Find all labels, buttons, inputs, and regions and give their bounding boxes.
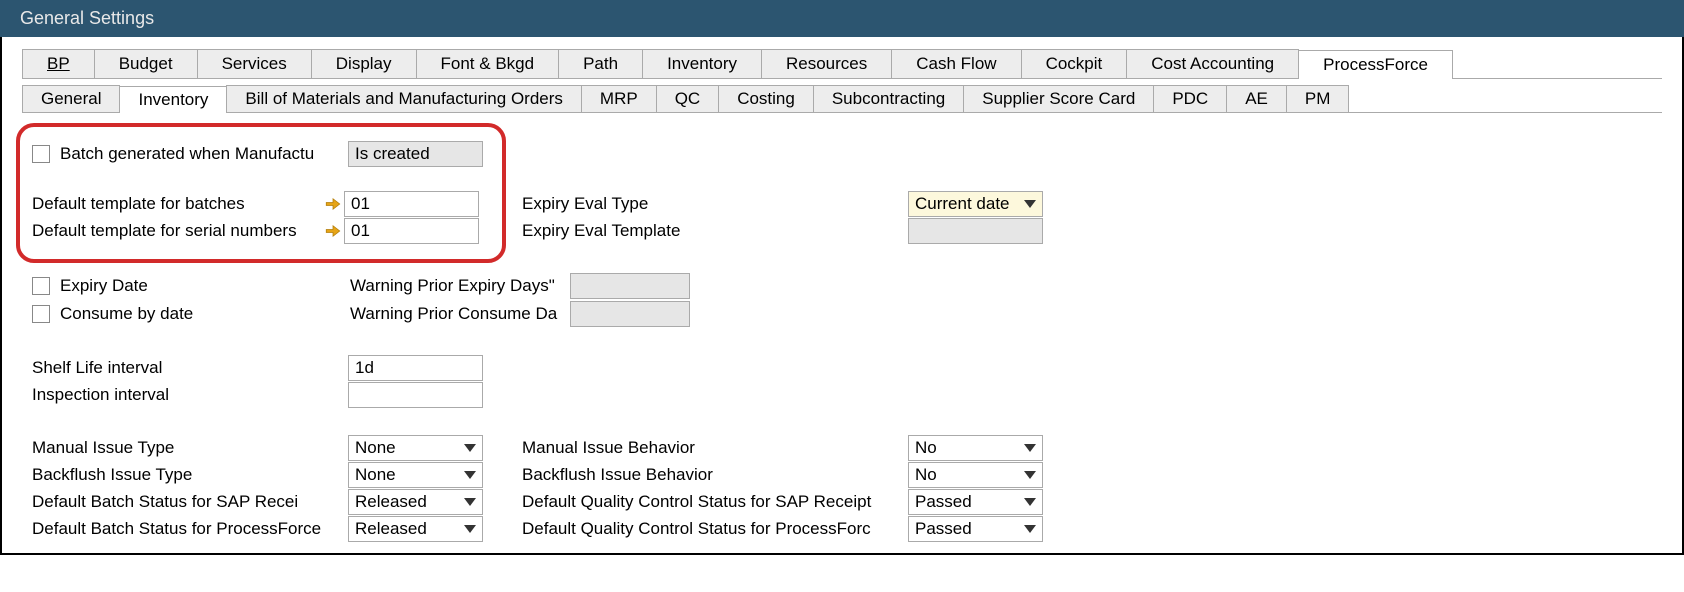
default-qc-status-sap-dropdown[interactable]: Passed bbox=[908, 489, 1043, 515]
batch-gen-value[interactable]: Is created bbox=[348, 141, 483, 167]
default-template-serials-field[interactable] bbox=[344, 218, 479, 244]
content-area: BP Budget Services Display Font & Bkgd P… bbox=[0, 37, 1684, 555]
main-tabstrip: BP Budget Services Display Font & Bkgd P… bbox=[22, 49, 1662, 79]
manual-issue-behavior-dropdown[interactable]: No bbox=[908, 435, 1043, 461]
subtab-pdc[interactable]: PDC bbox=[1153, 85, 1227, 112]
backflush-issue-type-label: Backflush Issue Type bbox=[32, 465, 192, 485]
shelf-life-field[interactable] bbox=[348, 355, 483, 381]
expiry-date-label: Expiry Date bbox=[60, 276, 148, 296]
warning-expiry-field[interactable] bbox=[570, 273, 690, 299]
manual-issue-type-label: Manual Issue Type bbox=[32, 438, 174, 458]
inspection-interval-field[interactable] bbox=[348, 382, 483, 408]
default-qc-status-pf-dropdown[interactable]: Passed bbox=[908, 516, 1043, 542]
subtab-qc[interactable]: QC bbox=[656, 85, 720, 112]
warning-consume-field[interactable] bbox=[570, 301, 690, 327]
tab-inventory[interactable]: Inventory bbox=[642, 49, 762, 78]
subtab-subcontracting[interactable]: Subcontracting bbox=[813, 85, 964, 112]
tab-font-bkgd[interactable]: Font & Bkgd bbox=[416, 49, 560, 78]
expiry-date-checkbox[interactable] bbox=[32, 277, 50, 295]
expiry-eval-type-dropdown[interactable]: Current date bbox=[908, 191, 1043, 217]
subtab-bom-mo[interactable]: Bill of Materials and Manufacturing Orde… bbox=[226, 85, 581, 112]
default-template-batches-label: Default template for batches bbox=[32, 194, 245, 214]
tab-display[interactable]: Display bbox=[311, 49, 417, 78]
shelf-life-label: Shelf Life interval bbox=[32, 358, 162, 378]
tab-processforce[interactable]: ProcessForce bbox=[1298, 50, 1453, 79]
subtab-mrp[interactable]: MRP bbox=[581, 85, 657, 112]
tab-bp[interactable]: BP bbox=[22, 49, 95, 78]
manual-issue-type-dropdown[interactable]: None bbox=[348, 435, 483, 461]
warning-consume-label: Warning Prior Consume Da bbox=[350, 304, 570, 324]
form-area: Batch generated when Manufactu Is create… bbox=[22, 123, 1662, 543]
expiry-eval-template-label: Expiry Eval Template bbox=[522, 221, 680, 241]
backflush-issue-behavior-label: Backflush Issue Behavior bbox=[522, 465, 713, 485]
manual-issue-behavior-label: Manual Issue Behavior bbox=[522, 438, 695, 458]
batch-gen-checkbox[interactable] bbox=[32, 145, 50, 163]
link-arrow-icon[interactable] bbox=[324, 195, 342, 213]
expiry-eval-type-label: Expiry Eval Type bbox=[522, 194, 648, 214]
subtab-general[interactable]: General bbox=[22, 85, 120, 112]
consume-by-date-label: Consume by date bbox=[60, 304, 193, 324]
tab-path[interactable]: Path bbox=[558, 49, 643, 78]
tab-cost-accounting[interactable]: Cost Accounting bbox=[1126, 49, 1299, 78]
link-arrow-icon[interactable] bbox=[324, 222, 342, 240]
sub-tabstrip: General Inventory Bill of Materials and … bbox=[22, 85, 1662, 113]
consume-by-date-checkbox[interactable] bbox=[32, 305, 50, 323]
backflush-issue-behavior-dropdown[interactable]: No bbox=[908, 462, 1043, 488]
tab-budget[interactable]: Budget bbox=[94, 49, 198, 78]
subtab-supplier-score-card[interactable]: Supplier Score Card bbox=[963, 85, 1154, 112]
subtab-costing[interactable]: Costing bbox=[718, 85, 814, 112]
inspection-interval-label: Inspection interval bbox=[32, 385, 169, 405]
default-batch-status-pf-dropdown[interactable]: Released bbox=[348, 516, 483, 542]
window-title: General Settings bbox=[0, 0, 1684, 37]
tab-resources[interactable]: Resources bbox=[761, 49, 892, 78]
default-batch-status-sap-dropdown[interactable]: Released bbox=[348, 489, 483, 515]
batch-gen-label: Batch generated when Manufactu bbox=[60, 144, 350, 164]
tab-cash-flow[interactable]: Cash Flow bbox=[891, 49, 1021, 78]
default-qc-status-pf-label: Default Quality Control Status for Proce… bbox=[522, 519, 871, 539]
expiry-eval-template-field[interactable] bbox=[908, 218, 1043, 244]
backflush-issue-type-dropdown[interactable]: None bbox=[348, 462, 483, 488]
subtab-pm[interactable]: PM bbox=[1286, 85, 1350, 112]
subtab-inventory[interactable]: Inventory bbox=[119, 86, 227, 113]
tab-cockpit[interactable]: Cockpit bbox=[1021, 49, 1128, 78]
subtab-ae[interactable]: AE bbox=[1226, 85, 1287, 112]
tab-services[interactable]: Services bbox=[197, 49, 312, 78]
default-qc-status-sap-label: Default Quality Control Status for SAP R… bbox=[522, 492, 871, 512]
default-template-batches-field[interactable] bbox=[344, 191, 479, 217]
default-batch-status-sap-label: Default Batch Status for SAP Recei bbox=[32, 492, 298, 512]
default-batch-status-pf-label: Default Batch Status for ProcessForce bbox=[32, 519, 321, 539]
default-template-serials-label: Default template for serial numbers bbox=[32, 221, 297, 241]
warning-expiry-label: Warning Prior Expiry Days" bbox=[350, 276, 570, 296]
